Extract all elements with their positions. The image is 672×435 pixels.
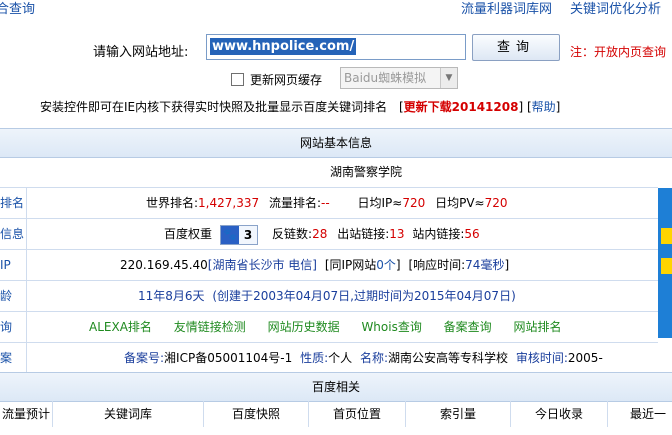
same-ip-suffix: ] (395, 258, 401, 272)
rank-row: 排名 世界排名:1,427,337 流量排名:-- 日均IP≈720 日均PV≈… (0, 188, 658, 219)
column-header: 索引量 (406, 401, 511, 427)
spider-select-value: Baidu蜘蛛模拟 (344, 71, 427, 85)
baidu-weight-label: 百度权重 (164, 227, 213, 241)
inbound-label: 站内链接: (412, 227, 465, 241)
name-value: 湖南公安高等专科学校 (388, 351, 509, 365)
site-name-row: 湖南警察学院 (0, 157, 658, 188)
audit-label: 审核时间: (515, 351, 568, 365)
baidu-weight-value: 3 (243, 227, 253, 242)
age-row: 龄 11年8月6天 (创建于2003年04月07日,过期时间为2015年04月0… (0, 281, 658, 312)
url-input-value: www.hnpolice.com/ (210, 38, 357, 55)
audit-value: 2005- (567, 351, 603, 365)
refresh-cache-checkbox[interactable] (231, 73, 244, 86)
world-rank-label: 世界排名: (146, 196, 199, 210)
icp-label: 备案号: (124, 351, 165, 365)
icp-query-link[interactable]: 备案查询 (444, 320, 492, 334)
nature-label: 性质: (300, 351, 329, 365)
response-value: 74毫秒 (465, 258, 505, 272)
baidu-section-title: 百度相关 (311, 380, 360, 394)
traffic-rank-label: 流量排名: (268, 196, 321, 210)
info-row: 信息 百度权重 🐾 3 反链数:28 出站链接:13 站内链接:56 (0, 219, 658, 250)
header-left-title[interactable]: 合查询 (0, 0, 35, 17)
response-prefix: [响应时间: (408, 258, 466, 272)
whois-query-link[interactable]: Whois查询 (361, 320, 421, 334)
column-header: 百度快照 (204, 401, 309, 427)
header-link-traffic-tool[interactable]: 流量利器词库网 (461, 0, 552, 17)
ad-shape (661, 258, 672, 274)
info-row-label: 信息 (0, 219, 27, 249)
refresh-cache-label: 更新网页缓存 (250, 73, 323, 87)
notice-line: 安装控件即可在IE内核下获得实时快照及批量显示百度关键词排名 [更新下载2014… (40, 100, 561, 114)
side-ad-banner[interactable] (658, 188, 672, 338)
ip-location: [湖南省长沙市 电信] (207, 258, 317, 272)
outbound-label: 出站链接: (337, 227, 390, 241)
query-links-row: 询 ALEXA排名 友情链接检测 网站历史数据 Whois查询 备案查询 网站排… (0, 312, 658, 343)
baidu-weight-badge[interactable]: 🐾 3 (219, 224, 259, 245)
column-header: 关键词库 (53, 401, 204, 427)
same-ip-prefix: [同IP网站 (324, 258, 377, 272)
ip-row: IP 220.169.45.40[湖南省长沙市 电信] [同IP网站0个] [响… (0, 250, 658, 281)
response-suffix: ] (504, 258, 510, 272)
daily-ip-label: 日均IP≈ (357, 196, 403, 210)
chevron-down-icon: ▼ (440, 68, 457, 88)
icp-row: 案 备案号:湘ICP备05001104号-1 性质:个人 名称:湖南公安高等专科… (0, 343, 672, 374)
query-button[interactable]: 查询 (472, 34, 560, 61)
backlinks-label: 反链数: (272, 227, 313, 241)
url-input[interactable]: www.hnpolice.com/ (206, 34, 466, 60)
inbound-value[interactable]: 56 (464, 227, 479, 241)
alexa-rank-link[interactable]: ALEXA排名 (89, 320, 152, 334)
search-label: 请输入网站地址: (93, 45, 189, 60)
column-header: 流量预计 (0, 401, 53, 427)
help-link[interactable]: 帮助 (532, 100, 556, 114)
ip-row-label: IP (0, 250, 27, 280)
domain-age: 11年8月6天 (138, 289, 205, 303)
notice-text: 安装控件即可在IE内核下获得实时快照及批量显示百度关键词排名 (40, 100, 388, 114)
daily-pv-value: 720 (484, 196, 508, 210)
query-row-label: 询 (0, 312, 27, 342)
friend-link-check-link[interactable]: 友情链接检测 (174, 320, 246, 334)
ad-shape (661, 228, 672, 244)
site-history-link[interactable]: 网站历史数据 (268, 320, 340, 334)
created-prefix: (创建于 (212, 289, 254, 303)
spider-select[interactable]: Baidu蜘蛛模拟 ▼ (340, 67, 458, 89)
site-name: 湖南警察学院 (329, 165, 402, 179)
expire-date: 2015年04月07日 (413, 289, 512, 303)
column-header: 今日收录 (511, 401, 608, 427)
basic-info-header: 网站基本信息 (0, 128, 672, 158)
download-link[interactable]: 更新下载20141208 (404, 100, 519, 114)
icp-row-label: 案 (0, 343, 27, 373)
daily-pv-label: 日均PV≈ (435, 196, 485, 210)
age-row-label: 龄 (0, 281, 27, 311)
backlinks-value[interactable]: 28 (312, 227, 327, 241)
header-link-keyword-analysis[interactable]: 关键词优化分析 (570, 0, 661, 17)
traffic-rank-value: -- (321, 196, 330, 210)
baidu-paw-icon: 🐾 (220, 225, 239, 244)
icp-value: 湘ICP备05001104号-1 (164, 351, 293, 365)
same-ip-count[interactable]: 0个 (376, 258, 396, 272)
daily-ip-value: 720 (402, 196, 426, 210)
rank-row-label: 排名 (0, 188, 27, 218)
baidu-section-header: 百度相关 (0, 372, 672, 402)
expire-prefix: ,过期时间为 (350, 289, 414, 303)
basic-info-title: 网站基本信息 (299, 136, 372, 150)
site-rank-link[interactable]: 网站排名 (514, 320, 562, 334)
ip-value: 220.169.45.40 (120, 258, 208, 272)
outbound-value[interactable]: 13 (389, 227, 404, 241)
age-suffix: ) (511, 289, 516, 303)
world-rank-value: 1,427,337 (198, 196, 260, 210)
created-date: 2003年04月07日 (253, 289, 351, 303)
search-note: 注：开放内页查询 (570, 45, 667, 59)
column-header: 最近一 (630, 407, 667, 421)
name-label: 名称: (359, 351, 389, 365)
column-header: 首页位置 (309, 401, 406, 427)
nature-value: 个人 (328, 351, 353, 365)
